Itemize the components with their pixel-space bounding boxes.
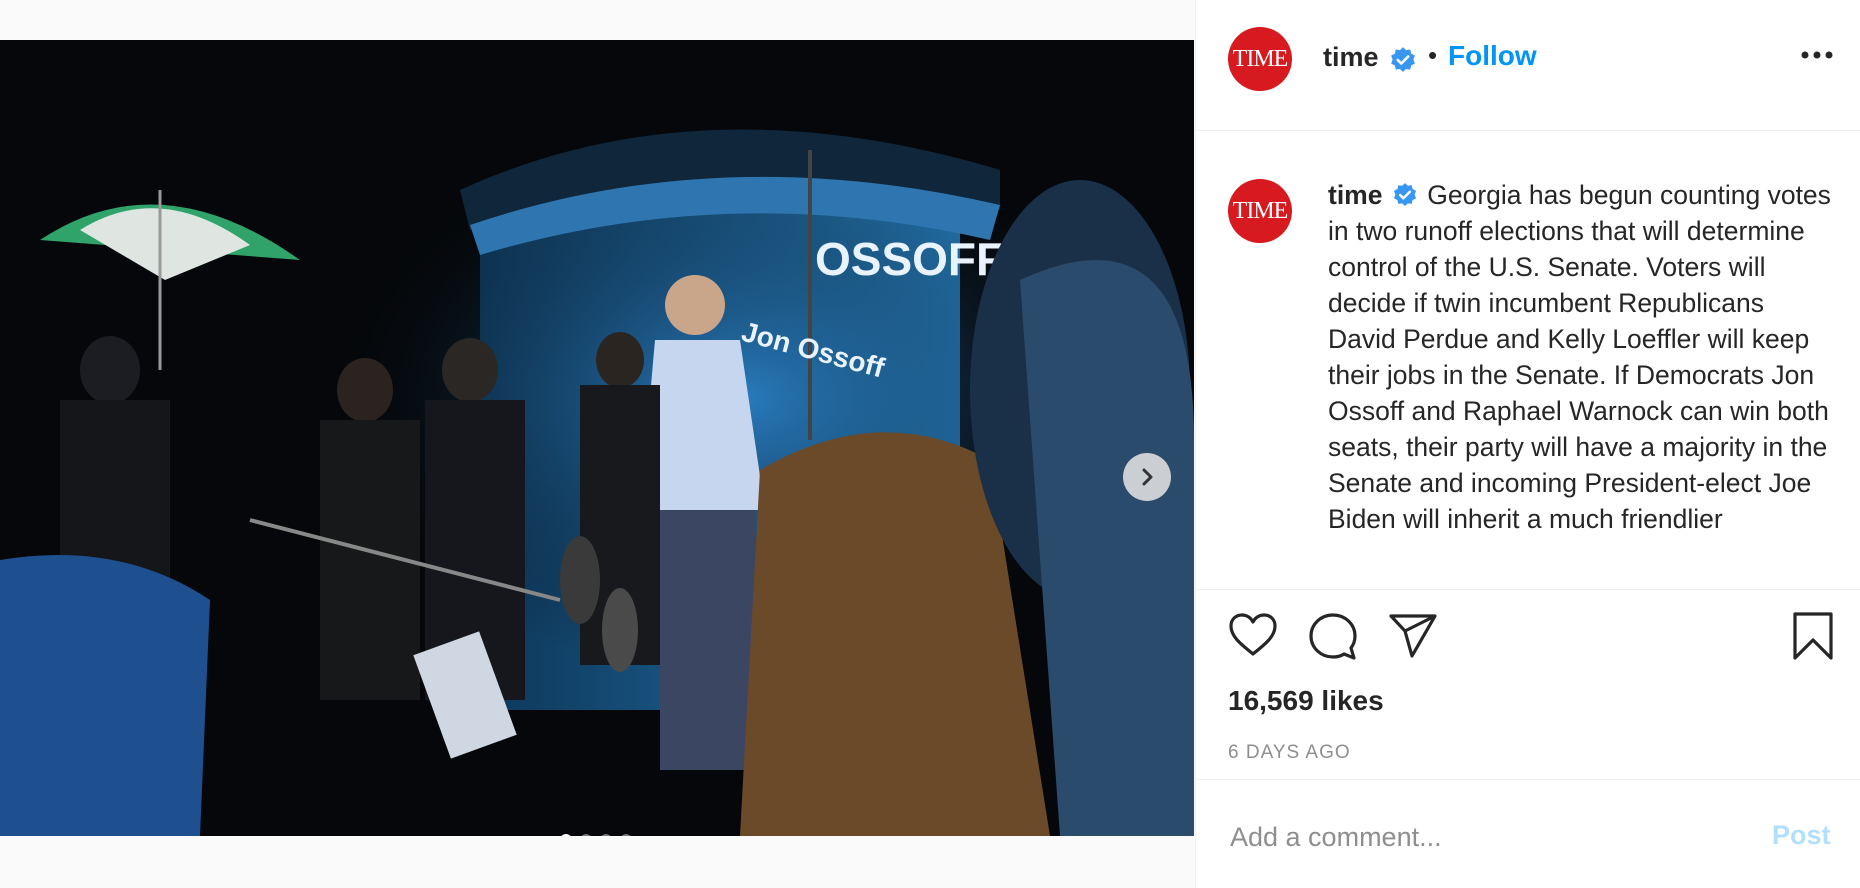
likes-count[interactable]: 16,569 likes — [1228, 685, 1384, 717]
post-side-panel: TIME time • Follow TIME time Georgia has… — [1195, 0, 1860, 888]
post-comment-button[interactable]: Post — [1772, 820, 1831, 851]
carousel-dot — [580, 834, 592, 836]
verified-badge-icon — [1391, 47, 1415, 72]
carousel-dot — [560, 834, 572, 836]
caption-text: Georgia has begun counting votes in two … — [1328, 180, 1831, 534]
bookmark-icon[interactable] — [1792, 611, 1834, 661]
carousel-next-button[interactable] — [1123, 453, 1171, 501]
carousel-indicator — [560, 834, 632, 836]
photo-image: OSSOFF Jon Ossoff — [0, 40, 1194, 836]
post-photo[interactable]: OSSOFF Jon Ossoff — [0, 40, 1194, 836]
comment-input[interactable] — [1228, 816, 1732, 858]
comment-icon[interactable] — [1308, 612, 1358, 662]
carousel-dot — [620, 834, 632, 836]
post-header: TIME time • Follow — [1196, 0, 1860, 131]
post-timestamp[interactable]: 6 DAYS AGO — [1228, 742, 1351, 764]
username-link[interactable]: time — [1323, 42, 1379, 73]
separator-dot: • — [1428, 40, 1438, 70]
caption-body: time Georgia has begun counting votes in… — [1328, 177, 1838, 537]
caption-section: TIME time Georgia has begun counting vot… — [1196, 131, 1860, 590]
follow-button[interactable]: Follow — [1448, 40, 1537, 72]
avatar[interactable]: TIME — [1228, 27, 1292, 91]
chevron-right-icon — [1142, 468, 1153, 486]
photo-banner-text: OSSOFF — [815, 233, 1004, 285]
verified-badge-icon — [1393, 183, 1416, 207]
caption-username[interactable]: time — [1328, 180, 1383, 210]
heart-icon[interactable] — [1228, 612, 1278, 658]
carousel-dot — [600, 834, 612, 836]
comment-bar: Post — [1196, 780, 1860, 888]
caption-scroll[interactable]: time Georgia has begun counting votes in… — [1328, 131, 1838, 589]
avatar[interactable]: TIME — [1228, 179, 1292, 243]
action-bar: 16,569 likes 6 DAYS AGO — [1196, 589, 1860, 780]
more-options-icon[interactable] — [1801, 50, 1833, 60]
share-icon[interactable] — [1388, 613, 1438, 659]
